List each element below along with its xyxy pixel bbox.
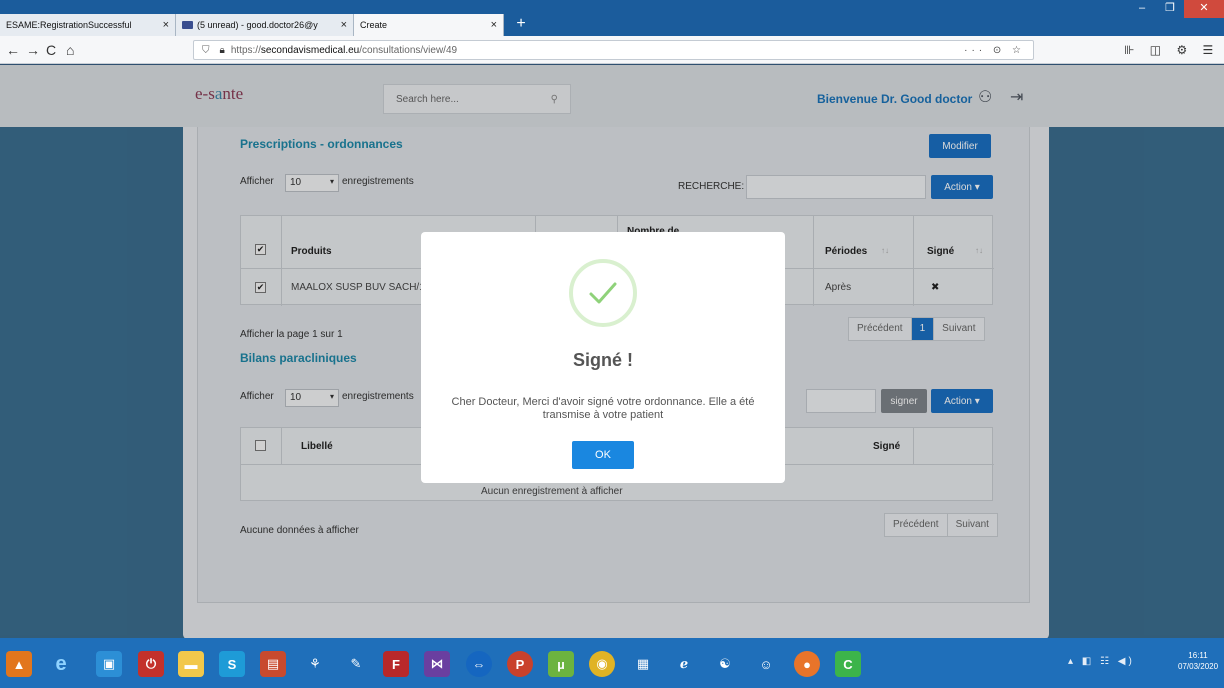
browser-nav-bar: ← → C ⌂ ⛉ 🔒︎ https:// secondavismedical.…: [0, 36, 1224, 64]
taskbar: ▲ e ▣ ⏻ ▬ S ▤ ⚘ ✎ F ⋈ ⇔ P µ ◉ ▦ ℯ ☯ ☺ ● …: [0, 638, 1224, 688]
close-icon[interactable]: ×: [163, 19, 169, 31]
reload-icon[interactable]: C: [46, 41, 56, 59]
close-icon[interactable]: ×: [341, 19, 347, 31]
teamviewer-icon[interactable]: ⇔: [466, 651, 492, 677]
tab-mail[interactable]: (5 unread) - good.doctor26@y ×: [176, 14, 354, 36]
dialog-title: Signé !: [572, 350, 633, 370]
home-icon[interactable]: ⌂: [66, 41, 74, 59]
chrome-icon[interactable]: ◉: [589, 651, 615, 677]
dialog-message: Cher Docteur, Merci d'avoir signé votre …: [451, 396, 755, 421]
close-window-button[interactable]: ✕: [1184, 0, 1224, 18]
url-path: /consultations/view/49: [359, 44, 458, 56]
url-prefix: https://: [230, 44, 261, 56]
toolbar-icons[interactable]: ⊪ ◫ ⚙ ☰: [1124, 41, 1219, 59]
check-icon: [569, 259, 637, 327]
tab-registration[interactable]: ESAME:RegistrationSuccessful ×: [0, 14, 176, 36]
tab-label: Create: [360, 20, 388, 30]
tab-label: ESAME:RegistrationSuccessful: [6, 20, 132, 30]
url-bar[interactable]: ⛉ 🔒︎ https:// secondavismedical.eu /cons…: [193, 40, 1034, 60]
ie-icon[interactable]: e: [48, 651, 74, 677]
utorrent-icon[interactable]: µ: [548, 651, 574, 677]
mail-icon: [182, 21, 193, 29]
tab-label: (5 unread) - good.doctor26@y: [197, 20, 318, 30]
ok-button[interactable]: OK: [572, 441, 634, 469]
green-app-icon[interactable]: C: [835, 651, 861, 677]
url-actions-icon[interactable]: ··· ⊙ ☆: [964, 45, 1025, 56]
forward-icon[interactable]: →: [26, 41, 40, 59]
skype-icon[interactable]: S: [219, 651, 245, 677]
filezilla-icon[interactable]: F: [383, 651, 409, 677]
notes-icon[interactable]: ▦: [630, 651, 656, 677]
shield-icon: ⛉: [202, 44, 210, 56]
powerpoint-icon[interactable]: P: [507, 651, 533, 677]
app-icon[interactable]: ▣: [96, 651, 122, 677]
lock-icon: 🔒︎: [219, 44, 225, 56]
url-host: secondavismedical.eu: [260, 44, 360, 56]
minimize-button[interactable]: –: [1128, 0, 1156, 18]
tab-create[interactable]: Create ×: [354, 14, 504, 36]
office-icon[interactable]: ⏻: [138, 651, 164, 677]
network-icon[interactable]: ⚘: [302, 651, 328, 677]
back-icon[interactable]: ←: [6, 41, 20, 59]
firefox-icon[interactable]: ●: [794, 651, 820, 677]
clock-date: 07/03/2020: [1178, 662, 1219, 671]
browser-tab-bar: ESAME:RegistrationSuccessful × (5 unread…: [0, 0, 1224, 36]
gimp-icon[interactable]: ☯: [712, 651, 738, 677]
clock-time: 16:11: [1188, 651, 1208, 660]
new-tab-button[interactable]: +: [510, 14, 532, 36]
folder-icon[interactable]: ▬: [178, 651, 204, 677]
system-tray[interactable]: ▴ ◧ ☷ ◀): [1068, 656, 1135, 667]
vs-icon[interactable]: ⋈: [424, 651, 450, 677]
close-icon[interactable]: ×: [491, 19, 497, 31]
vlc-icon[interactable]: ▲: [6, 651, 32, 677]
success-dialog: Signé ! Cher Docteur, Merci d'avoir sign…: [421, 232, 785, 483]
tool-icon[interactable]: ✎: [343, 651, 369, 677]
clock[interactable]: 16:11 07/03/2020: [1178, 650, 1218, 672]
window-controls: – ❐ ✕: [1128, 0, 1224, 24]
maximize-button[interactable]: ❐: [1156, 0, 1184, 18]
media-icon[interactable]: ▤: [260, 651, 286, 677]
edge-icon[interactable]: ℯ: [671, 651, 697, 677]
people-icon[interactable]: ☺: [753, 651, 779, 677]
